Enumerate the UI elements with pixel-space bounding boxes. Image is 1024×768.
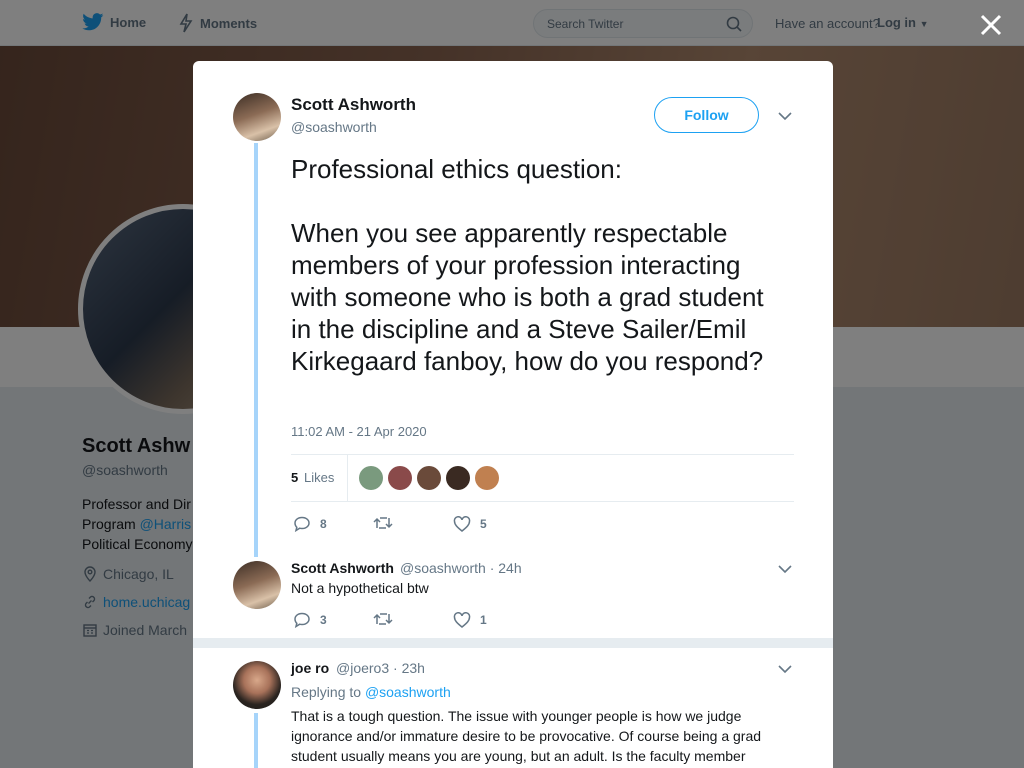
liker-avatar[interactable] [475, 466, 499, 490]
thread-line [254, 143, 258, 557]
reply-text: That is a tough question. The issue with… [291, 708, 762, 764]
thread-separator [193, 638, 833, 648]
stats-divider [347, 455, 348, 501]
reply-author-name[interactable]: joe ro [291, 660, 329, 676]
reply-text: Not a hypothetical btw [291, 580, 429, 596]
reply-icon [294, 612, 310, 628]
like-button[interactable]: 1 [453, 612, 487, 628]
retweet-icon [373, 517, 393, 529]
chevron-down-icon[interactable] [778, 664, 792, 674]
likes-label[interactable]: Likes [304, 470, 334, 485]
tweet-modal: Scott Ashworth @soashworth Follow Profes… [193, 61, 833, 768]
liker-avatar[interactable] [359, 466, 383, 490]
like-count: 5 [480, 517, 487, 531]
reply-time[interactable]: · 23h [393, 660, 425, 676]
reply-author-meta: @soashworth · 24h [400, 560, 522, 576]
tweet-stats: 5 Likes [291, 454, 794, 502]
replying-to-prefix: Replying to [291, 684, 362, 700]
heart-icon [453, 612, 471, 628]
reply-author-name[interactable]: Scott Ashworth [291, 560, 394, 576]
tweet-timestamp[interactable]: 11:02 AM - 21 Apr 2020 [291, 424, 427, 439]
close-icon[interactable] [978, 12, 1004, 38]
reply-author-meta: @joero3 · 23h [336, 660, 425, 676]
reply-author-handle[interactable]: @joero3 [336, 660, 389, 676]
liker-avatar[interactable] [446, 466, 470, 490]
chevron-down-icon[interactable] [778, 111, 792, 121]
retweet-button[interactable] [373, 612, 393, 626]
reply-author-handle[interactable]: @soashworth [400, 560, 486, 576]
author-name[interactable]: Scott Ashworth [291, 95, 416, 115]
likes-count[interactable]: 5 [291, 470, 298, 485]
retweet-icon [373, 613, 393, 625]
author-avatar[interactable] [233, 93, 281, 141]
heart-icon [453, 516, 471, 532]
chevron-down-icon[interactable] [778, 564, 792, 574]
thread-line [254, 713, 258, 768]
replying-to: Replying to @soashworth [291, 684, 451, 700]
like-button[interactable]: 5 [453, 516, 487, 532]
reply-button[interactable]: 8 [293, 516, 327, 532]
reply-time[interactable]: · 24h [490, 560, 522, 576]
reply-icon [294, 516, 310, 532]
retweet-button[interactable] [373, 516, 402, 530]
replying-to-link[interactable]: @soashworth [365, 684, 451, 700]
reply-avatar[interactable] [233, 561, 281, 609]
liker-avatar[interactable] [388, 466, 412, 490]
tweet-text: Professional ethics question: When you s… [291, 154, 764, 376]
reply-count: 8 [320, 517, 327, 531]
reply-avatar[interactable] [233, 661, 281, 709]
reply-button[interactable]: 3 [293, 612, 327, 628]
like-count: 1 [480, 613, 487, 627]
follow-button[interactable]: Follow [654, 97, 759, 133]
author-handle[interactable]: @soashworth [291, 119, 377, 135]
liker-avatar[interactable] [417, 466, 441, 490]
reply-count: 3 [320, 613, 327, 627]
